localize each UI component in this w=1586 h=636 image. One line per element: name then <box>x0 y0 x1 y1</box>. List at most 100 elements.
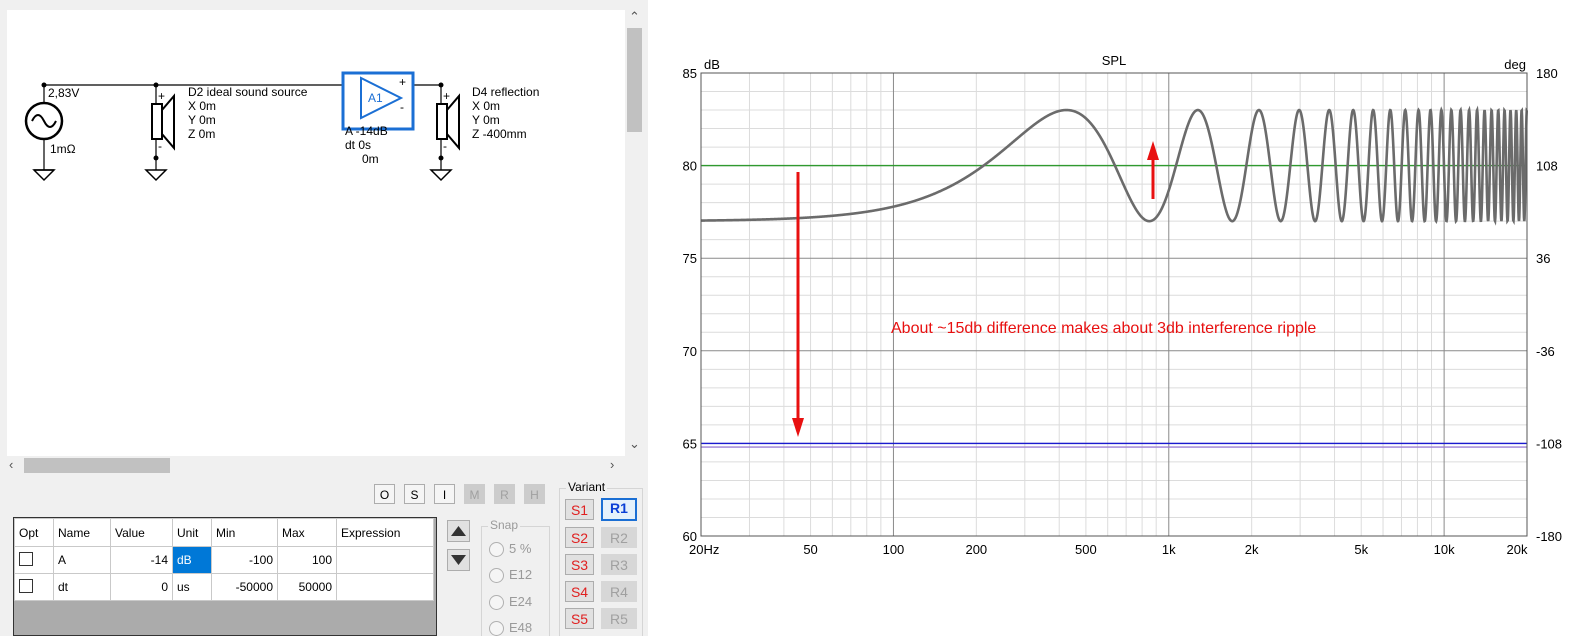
scroll-right-arrow-icon[interactable]: › <box>610 458 614 472</box>
snap-title: Snap <box>488 518 521 532</box>
chart-title: SPL <box>1102 53 1127 68</box>
param-name: A <box>53 546 111 574</box>
svg-text:-: - <box>400 100 404 114</box>
triangle-up-icon <box>451 526 466 536</box>
filter-m-button[interactable]: M <box>464 484 485 504</box>
source-voltage-label: 2,83V <box>48 86 80 100</box>
snap-option-e48[interactable]: E48 <box>489 620 532 636</box>
param-min[interactable]: -100 <box>211 546 278 574</box>
parameter-table: Opt Name Value Unit Min Max Expression A… <box>13 517 437 636</box>
snap-option-label: E12 <box>509 567 533 582</box>
param-min[interactable]: -50000 <box>211 573 278 601</box>
param-unit[interactable]: dB <box>172 546 212 574</box>
x-tick-label: 5k <box>1354 542 1368 557</box>
move-down-button[interactable] <box>447 549 470 571</box>
driver1-speaker-symbol <box>151 93 175 151</box>
y-tick-label-right: 36 <box>1536 251 1550 266</box>
radio-icon[interactable] <box>489 595 504 611</box>
triangle-down-icon <box>451 555 466 565</box>
param-max[interactable]: 100 <box>277 546 337 574</box>
y-tick-label-right: 108 <box>1536 159 1558 174</box>
variant-s5-button[interactable]: S5 <box>565 608 594 629</box>
y-tick-label-left: 65 <box>683 436 697 451</box>
variant-title: Variant <box>566 480 608 494</box>
x-tick-label: 20Hz <box>689 542 719 557</box>
snap-option-5pct[interactable]: 5 % <box>489 541 532 558</box>
snap-option-label: E48 <box>509 620 533 635</box>
variant-s3-button[interactable]: S3 <box>565 554 594 575</box>
opt-checkbox[interactable] <box>19 551 33 566</box>
col-value: Value <box>110 518 173 547</box>
y-tick-label-left: 60 <box>683 529 697 544</box>
variant-r5-button[interactable]: R5 <box>601 608 637 629</box>
driver2-speaker-symbol <box>436 93 460 151</box>
amp-gain: A -14dB <box>345 124 388 138</box>
svg-text:+: + <box>158 89 165 103</box>
variant-r4-button[interactable]: R4 <box>601 581 637 602</box>
param-expression[interactable] <box>336 546 434 574</box>
snap-option-e24[interactable]: E24 <box>489 594 533 611</box>
scroll-down-arrow-icon[interactable]: ⌄ <box>629 437 640 451</box>
spl-graph-panel[interactable]: SPL dB deg 20Hz 50 100 200 500 1k 2k 5k 10k 20k 85… <box>648 0 1586 636</box>
driver1-y: Y 0m <box>188 113 216 127</box>
driver1-z: Z 0m <box>188 127 216 141</box>
variant-s1-button[interactable]: S1 <box>565 499 594 520</box>
variant-r2-button[interactable]: R2 <box>601 527 637 548</box>
red-arrow-down-head <box>792 418 804 437</box>
filter-i-button[interactable]: I <box>434 484 455 504</box>
param-unit[interactable]: us <box>172 573 212 601</box>
y-axis-left-label: dB <box>704 57 720 72</box>
y-tick-label-left: 80 <box>683 159 697 174</box>
red-arrow-up-head <box>1147 141 1159 160</box>
driver2-x: X 0m <box>472 99 501 113</box>
y-tick-label-right: 180 <box>1536 66 1558 81</box>
source-impedance-label: 1mΩ <box>50 142 76 156</box>
variant-r1-button[interactable]: R1 <box>601 498 637 521</box>
amp-dt: dt 0s <box>345 138 372 152</box>
vertical-scroll-thumb[interactable] <box>627 28 642 132</box>
param-name: dt <box>53 573 111 601</box>
variant-r3-button[interactable]: R3 <box>601 554 637 575</box>
opt-checkbox-cell[interactable] <box>14 546 54 574</box>
radio-icon[interactable] <box>489 621 504 636</box>
snap-option-label: 5 % <box>509 541 532 556</box>
variant-s2-button[interactable]: S2 <box>565 527 594 548</box>
scroll-up-arrow-icon[interactable]: ⌃ <box>629 10 640 24</box>
y-tick-label-right: -180 <box>1536 529 1562 544</box>
snap-option-label: E24 <box>509 594 533 609</box>
filter-h-button[interactable]: H <box>524 484 545 504</box>
param-expression[interactable] <box>336 573 434 601</box>
schematic-canvas[interactable]: + - A1 + - + - 2,83V 1mΩ D2 ideal sound … <box>7 10 625 456</box>
radio-icon[interactable] <box>489 568 504 584</box>
opt-checkbox[interactable] <box>19 578 33 593</box>
param-value[interactable]: 0 <box>110 573 173 601</box>
horizontal-scroll-thumb[interactable] <box>24 458 170 473</box>
driver2-z: Z -400mm <box>472 127 527 141</box>
variant-s4-button[interactable]: S4 <box>565 581 594 602</box>
x-tick-label: 200 <box>965 542 987 557</box>
x-tick-label: 10k <box>1434 542 1455 557</box>
col-max: Max <box>277 518 337 547</box>
amp-distance: 0m <box>362 152 379 166</box>
param-value[interactable]: -14 <box>110 546 173 574</box>
filter-r-button[interactable]: R <box>494 484 515 504</box>
col-min: Min <box>211 518 278 547</box>
driver1-name: D2 ideal sound source <box>188 85 308 99</box>
param-max[interactable]: 50000 <box>277 573 337 601</box>
driver2-y: Y 0m <box>472 113 500 127</box>
radio-icon[interactable] <box>489 542 504 558</box>
scroll-left-arrow-icon[interactable]: ‹ <box>9 458 13 472</box>
filter-o-button[interactable]: O <box>374 484 395 504</box>
x-tick-label: 2k <box>1245 542 1259 557</box>
snap-option-e12[interactable]: E12 <box>489 567 533 584</box>
move-up-button[interactable] <box>447 520 470 542</box>
opt-checkbox-cell[interactable] <box>14 573 54 601</box>
col-unit: Unit <box>172 518 212 547</box>
x-tick-label: 20k <box>1507 542 1528 557</box>
y-tick-label-left: 75 <box>683 251 697 266</box>
svg-text:-: - <box>443 139 447 153</box>
col-expression: Expression <box>336 518 434 547</box>
x-tick-label: 500 <box>1075 542 1097 557</box>
y-tick-label-right: -36 <box>1536 344 1555 359</box>
filter-s-button[interactable]: S <box>404 484 425 504</box>
